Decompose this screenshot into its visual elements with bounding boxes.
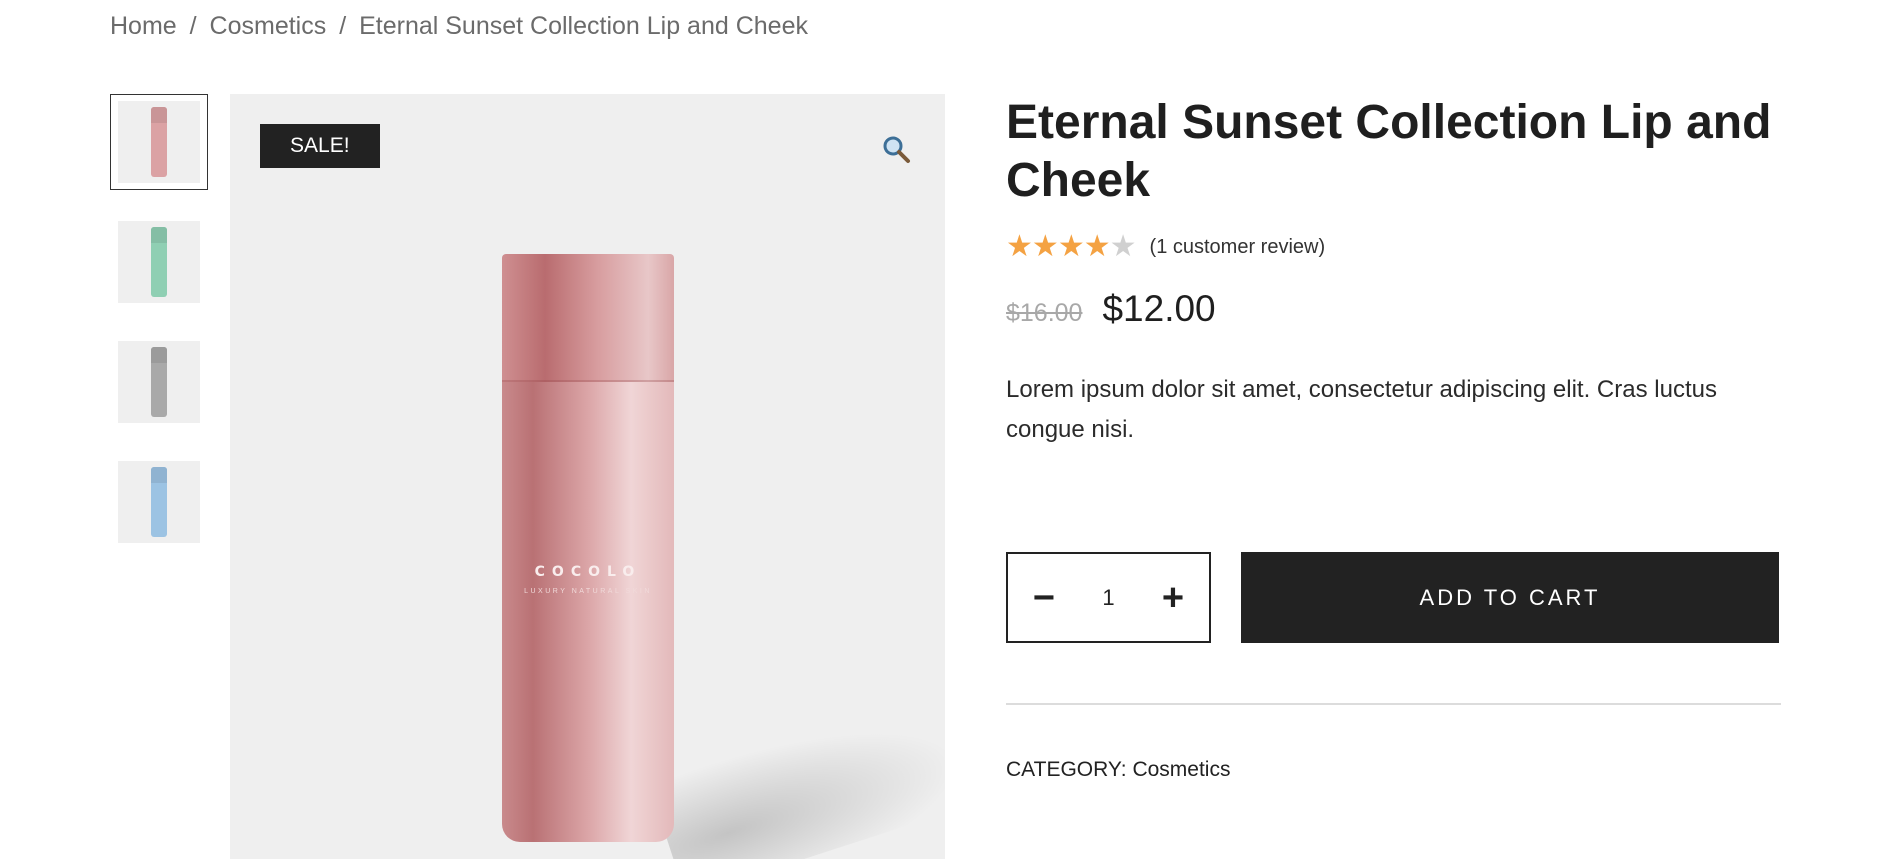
- price-row: $16.00 $12.00: [1006, 288, 1781, 330]
- category-link[interactable]: Cosmetics: [1132, 758, 1230, 781]
- sale-price: $12.00: [1102, 288, 1216, 329]
- product-category: CATEGORY: Cosmetics: [1006, 758, 1230, 782]
- main-product-image[interactable]: SALE! COCOLO LUXURY NATURAL SKIN: [230, 94, 945, 859]
- quantity-input[interactable]: [1088, 584, 1129, 611]
- thumbnail-bottle-image: [151, 467, 167, 537]
- breadcrumb-home-link[interactable]: Home: [110, 12, 177, 40]
- quantity-decrease-button[interactable]: −: [1024, 579, 1064, 617]
- divider: [1006, 703, 1781, 705]
- star-icon: ★: [1109, 230, 1137, 263]
- product-description: Lorem ipsum dolor sit amet, consectetur …: [1006, 376, 1717, 443]
- star-rating: ★ ★ ★ ★ ★: [1006, 230, 1137, 263]
- bottle-shadow: [648, 690, 945, 859]
- star-icon: ★: [1083, 230, 1111, 263]
- product-summary: Eternal Sunset Collection Lip and Cheek …: [1006, 94, 1781, 450]
- breadcrumb-separator: /: [189, 12, 197, 40]
- star-icon: ★: [1057, 230, 1085, 263]
- sale-badge: SALE!: [260, 124, 380, 168]
- bottle-body: COCOLO LUXURY NATURAL SKIN: [502, 382, 674, 842]
- star-icon: ★: [1006, 230, 1033, 263]
- add-to-cart-form: − + ADD TO CART: [1006, 552, 1779, 643]
- bottle-tagline: LUXURY NATURAL SKIN: [524, 588, 652, 595]
- magnifier-icon[interactable]: [881, 134, 911, 164]
- thumbnail-green[interactable]: [110, 214, 208, 310]
- add-to-cart-button[interactable]: ADD TO CART: [1241, 552, 1779, 643]
- bottle-brand: COCOLO: [534, 564, 642, 580]
- breadcrumb-category-link[interactable]: Cosmetics: [210, 12, 327, 40]
- thumbnail-blue[interactable]: [110, 454, 208, 550]
- breadcrumb-separator: /: [339, 12, 347, 40]
- star-icon: ★: [1031, 230, 1059, 263]
- old-price: $16.00: [1006, 299, 1083, 327]
- bottle-image: COCOLO LUXURY NATURAL SKIN: [502, 254, 674, 842]
- bottle-cap: [502, 254, 674, 382]
- quantity-increase-button[interactable]: +: [1153, 579, 1193, 617]
- thumbnail-gray[interactable]: [110, 334, 208, 430]
- quantity-stepper: − +: [1006, 552, 1211, 643]
- breadcrumb: Home / Cosmetics / Eternal Sunset Collec…: [110, 12, 808, 41]
- breadcrumb-current: Eternal Sunset Collection Lip and Cheek: [359, 12, 808, 40]
- thumbnail-bottle-image: [151, 107, 167, 177]
- thumbnail-bottle-image: [151, 227, 167, 297]
- review-link[interactable]: (1 customer review): [1150, 236, 1326, 259]
- thumbnail-list: [110, 94, 208, 574]
- rating-row: ★ ★ ★ ★ ★ (1 customer review): [1006, 232, 1781, 262]
- thumbnail-pink[interactable]: [110, 94, 208, 190]
- product-title: Eternal Sunset Collection Lip and Cheek: [1006, 96, 1772, 207]
- category-label: CATEGORY:: [1006, 758, 1127, 781]
- thumbnail-bottle-image: [151, 347, 167, 417]
